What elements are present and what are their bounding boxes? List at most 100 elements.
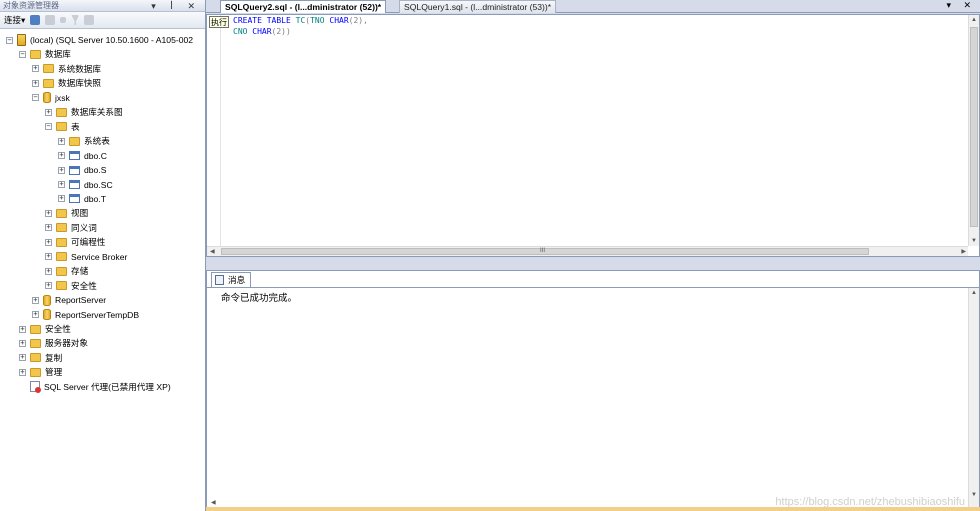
tree-node[interactable]: − (local) (SQL Server 10.50.1600 - A105-0… — [6, 33, 193, 47]
scroll-down-icon[interactable]: ▼ — [971, 492, 977, 498]
collapse-icon[interactable]: − — [19, 50, 26, 58]
tree-node[interactable]: + 数据库关系图 — [45, 105, 123, 119]
folder-icon — [56, 122, 67, 132]
expand-icon[interactable]: + — [32, 296, 39, 304]
query-editor[interactable]: 执行 CREATE TABLE TC(TNO CHAR(2), CNO CHAR… — [206, 14, 980, 257]
messages-tab[interactable]: 消息 — [211, 272, 252, 287]
tree-node[interactable]: + ReportServer — [32, 293, 106, 307]
tree-node[interactable]: + 系统数据库 — [32, 62, 101, 76]
tree-node-label: 安全性 — [45, 324, 71, 334]
table-icon — [69, 165, 80, 175]
expand-icon[interactable]: + — [19, 354, 26, 362]
column-tno: TNO — [310, 16, 325, 25]
folder-icon — [69, 136, 80, 146]
tree-node[interactable]: − 数据库 — [19, 47, 71, 61]
tree-node[interactable]: SQL Server 代理(已禁用代理 XP) — [19, 380, 171, 394]
tab-sqlquery2[interactable]: SQLQuery2.sql - (l...dministrator (52))* — [220, 0, 387, 13]
tree-node-label: 服务器对象 — [45, 338, 88, 349]
editor-results-splitter[interactable] — [206, 257, 980, 270]
tab-sqlquery1[interactable]: SQLQuery1.sql - (l...dministrator (53))* — [399, 0, 557, 13]
expand-icon[interactable]: + — [45, 282, 52, 290]
tree-node-label: 系统数据库 — [58, 63, 101, 74]
editor-horizontal-scrollbar[interactable]: ◀ III ▶ — [207, 246, 968, 256]
tree-node[interactable]: − jxsk — [32, 91, 70, 105]
messages-body: 命令已成功完成。 ▲ ▼ ◀ https://blog.csdn.net/zhe… — [207, 287, 979, 510]
type-size: (2), — [348, 16, 368, 25]
tree-node-label: ReportServerTempDB — [55, 309, 140, 320]
messages-tab-label: 消息 — [228, 275, 246, 285]
tree-node-label: dbo.SC — [84, 179, 113, 190]
refresh-icon[interactable] — [84, 15, 95, 25]
expand-icon[interactable]: + — [58, 152, 65, 160]
tree-node[interactable]: + dbo.C — [58, 149, 107, 163]
code-line-1[interactable]: CREATE TABLE TC(TNO CHAR(2), — [233, 15, 368, 26]
tree-node[interactable]: + 同义词 — [45, 221, 97, 235]
connect-icon[interactable] — [30, 15, 41, 25]
tree-node[interactable]: + 管理 — [19, 365, 62, 379]
code-line-2[interactable]: CNO CHAR(2)) — [233, 26, 291, 37]
tree-node-label: Service Broker — [71, 251, 128, 262]
expand-icon[interactable]: + — [19, 368, 26, 376]
scroll-left-icon[interactable]: ◀ — [211, 499, 216, 506]
expand-icon[interactable]: + — [45, 238, 52, 246]
tree-node[interactable]: + 存储 — [45, 264, 88, 278]
expand-icon[interactable]: + — [32, 79, 39, 87]
scroll-up-icon[interactable]: ▲ — [971, 290, 977, 296]
expand-icon[interactable]: + — [45, 209, 52, 217]
tree-node-label: ReportServer — [55, 295, 107, 306]
expand-icon[interactable]: + — [58, 181, 65, 188]
tree-node[interactable]: + 数据库快照 — [32, 76, 101, 90]
expand-icon[interactable]: + — [45, 267, 52, 275]
tree-node[interactable]: + 可编程性 — [45, 235, 105, 249]
tree-node[interactable]: + 安全性 — [19, 322, 71, 336]
folder-icon — [30, 353, 41, 363]
folder-icon — [56, 107, 67, 117]
expand-icon[interactable]: + — [19, 325, 26, 333]
expand-icon[interactable]: + — [45, 253, 52, 261]
object-explorer-toolbar: 连接▾ — [0, 12, 205, 29]
folder-icon — [56, 266, 67, 276]
expand-icon[interactable]: + — [58, 166, 65, 174]
disconnect-icon[interactable] — [45, 15, 56, 25]
execute-tooltip: 执行 — [209, 16, 229, 28]
scroll-down-icon[interactable]: ▼ — [971, 238, 977, 244]
tree-node[interactable]: + ReportServerTempDB — [32, 308, 139, 322]
tree-node[interactable]: + 服务器对象 — [19, 336, 88, 350]
tab-controls[interactable]: ▾ ✕ — [946, 0, 976, 11]
results-vertical-scrollbar[interactable]: ▲ ▼ — [968, 288, 979, 510]
expand-icon[interactable]: + — [45, 224, 52, 232]
tree-node[interactable]: + dbo.T — [58, 192, 106, 206]
collapse-icon[interactable]: − — [45, 123, 52, 131]
collapse-icon[interactable]: − — [32, 94, 39, 102]
tree-node[interactable]: + 系统表 — [58, 134, 110, 148]
tree-node[interactable]: + dbo.SC — [58, 178, 113, 192]
expand-icon[interactable]: + — [32, 311, 39, 319]
panel-controls[interactable]: ▾ ꟾ ✕ — [151, 0, 201, 12]
expand-icon[interactable]: + — [32, 65, 39, 73]
vertical-scroll-thumb[interactable] — [970, 27, 978, 227]
expand-icon[interactable]: + — [58, 137, 65, 145]
tree-node[interactable]: + dbo.S — [58, 163, 106, 177]
tree-node[interactable]: + 视图 — [45, 206, 88, 220]
scroll-up-icon[interactable]: ▲ — [971, 17, 977, 23]
tree-node-label: jxsk — [55, 92, 70, 103]
tree-node-label: 数据库 — [45, 49, 71, 60]
editor-vertical-scrollbar[interactable]: ▲ ▼ — [968, 15, 979, 246]
filter-icon[interactable] — [71, 15, 80, 25]
expand-icon[interactable]: + — [19, 339, 26, 347]
tree-node[interactable]: − 表 — [45, 120, 80, 134]
scroll-right-icon[interactable]: ▶ — [961, 248, 966, 255]
horizontal-scroll-thumb[interactable]: III — [221, 248, 869, 255]
type-char: CHAR — [329, 16, 349, 25]
tree-node[interactable]: + 复制 — [19, 351, 62, 365]
expand-icon[interactable]: + — [58, 195, 65, 203]
scroll-left-icon[interactable]: ◀ — [210, 248, 215, 255]
tree-node[interactable]: + Service Broker — [45, 250, 127, 264]
folder-icon — [56, 223, 67, 233]
expand-icon[interactable]: + — [45, 108, 52, 116]
collapse-icon[interactable]: − — [6, 36, 13, 44]
folder-icon — [30, 338, 41, 348]
connect-button[interactable]: 连接▾ — [4, 14, 25, 26]
tree-node[interactable]: + 安全性 — [45, 279, 97, 293]
stop-icon[interactable] — [60, 17, 67, 23]
